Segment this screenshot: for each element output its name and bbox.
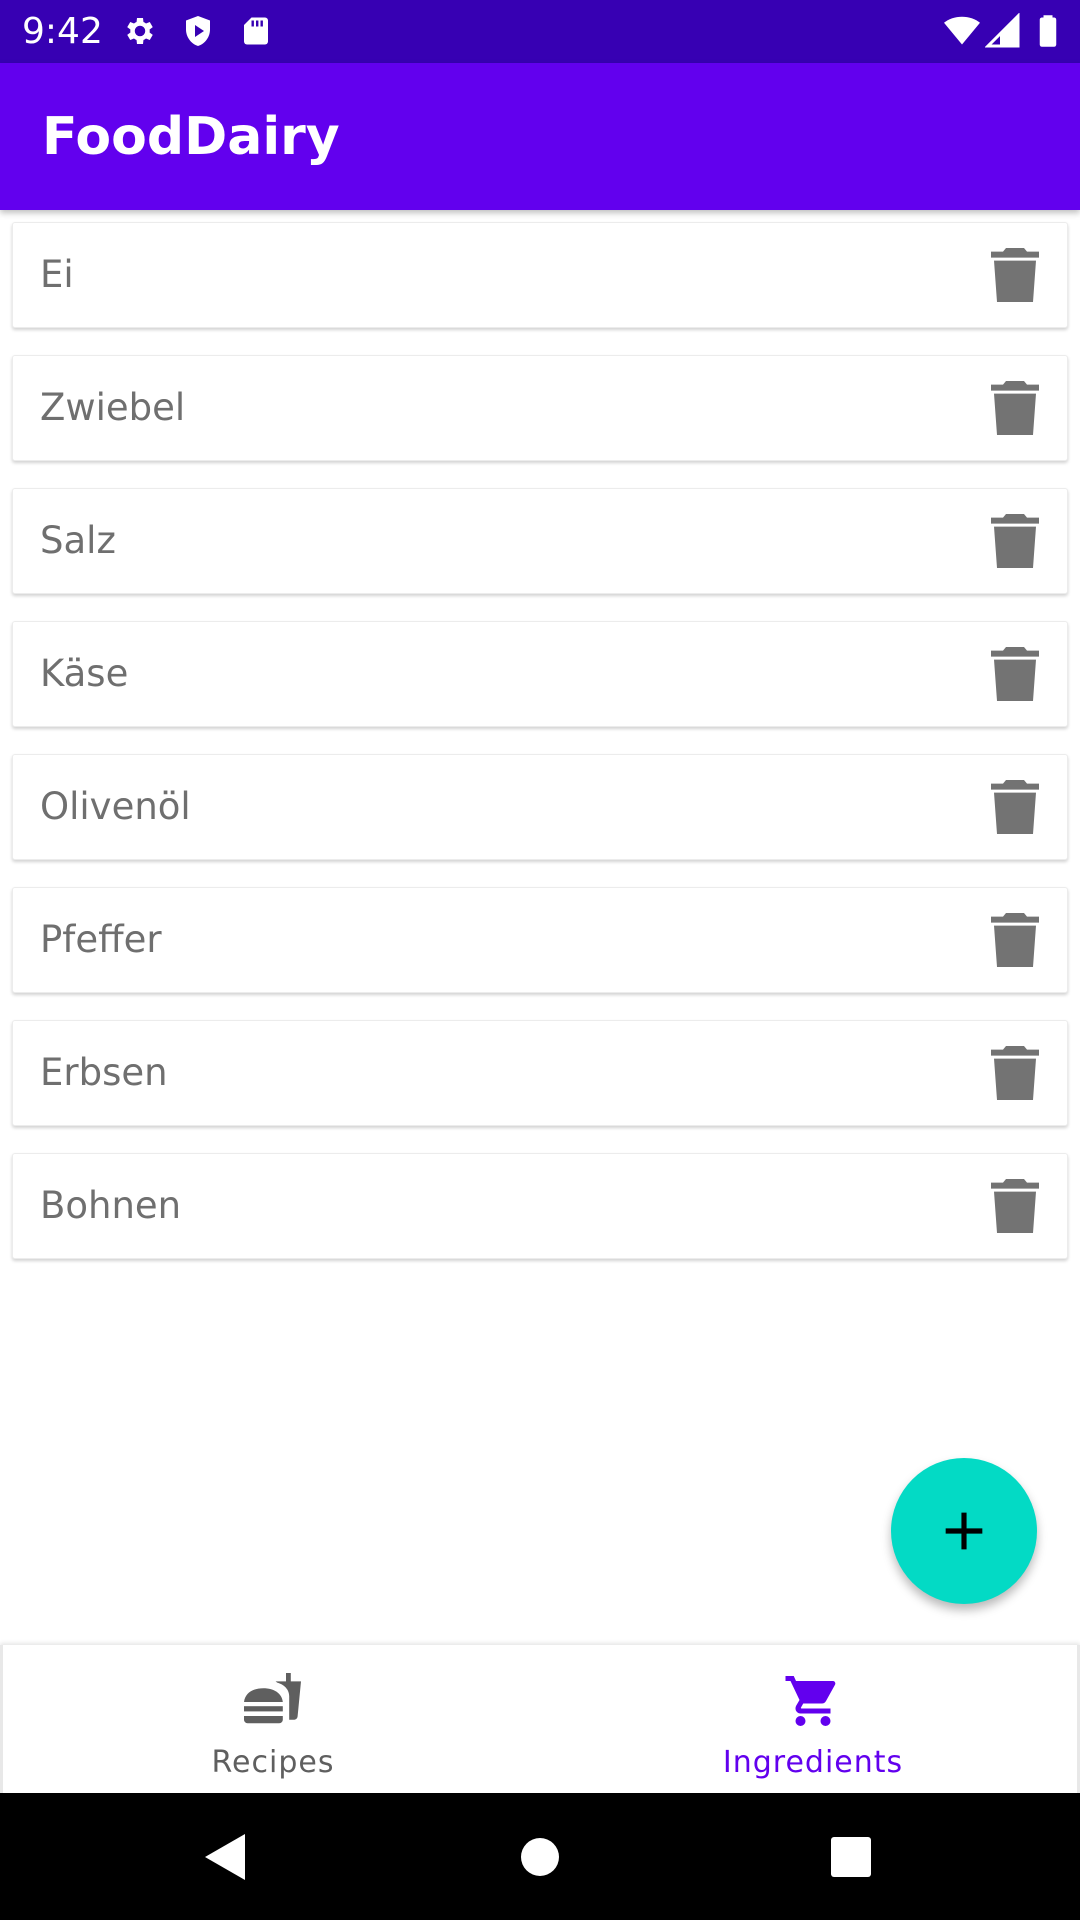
recents-icon (831, 1837, 871, 1877)
status-bar: 9:42 (0, 0, 1080, 63)
ingredient-name: Pfeffer (40, 918, 162, 961)
home-icon (521, 1838, 559, 1876)
nav-item-ingredients[interactable]: Ingredients (543, 1645, 1080, 1793)
add-ingredient-button[interactable] (891, 1458, 1037, 1604)
list-item[interactable]: Zwiebel (12, 355, 1068, 461)
delete-button[interactable] (985, 378, 1045, 438)
delete-button[interactable] (985, 511, 1045, 571)
battery-icon (1039, 15, 1057, 47)
shield-icon (186, 16, 210, 46)
nav-label-recipes: Recipes (211, 1745, 335, 1780)
trash-icon (991, 248, 1039, 302)
signal-icon (985, 13, 1020, 48)
status-time: 9:42 (22, 11, 103, 52)
home-button[interactable] (504, 1821, 576, 1893)
nav-item-recipes[interactable]: Recipes (3, 1645, 543, 1793)
recents-button[interactable] (815, 1821, 887, 1893)
trash-icon (991, 913, 1039, 967)
list-item[interactable]: Salz (12, 488, 1068, 594)
delete-button[interactable] (985, 1043, 1045, 1103)
delete-button[interactable] (985, 1176, 1045, 1236)
shopping-cart-icon (785, 1676, 836, 1726)
trash-icon (991, 1046, 1039, 1100)
list-item[interactable]: Olivenöl (12, 754, 1068, 860)
back-button[interactable] (189, 1821, 261, 1893)
list-item[interactable]: Pfeffer (12, 887, 1068, 993)
back-icon (205, 1834, 245, 1880)
app-bar: FoodDairy (0, 63, 1080, 210)
list-item[interactable]: Erbsen (12, 1020, 1068, 1126)
ingredient-name: Bohnen (40, 1184, 182, 1227)
trash-icon (991, 647, 1039, 701)
sd-card-icon (244, 17, 268, 45)
delete-button[interactable] (985, 644, 1045, 704)
bottom-navigation: Recipes Ingredients (0, 1645, 1080, 1793)
trash-icon (991, 381, 1039, 435)
app-title: FoodDairy (42, 107, 340, 167)
list-item[interactable]: Ei (12, 222, 1068, 328)
trash-icon (991, 780, 1039, 834)
system-navigation-bar (0, 1793, 1080, 1920)
trash-icon (991, 514, 1039, 568)
gear-icon (127, 17, 153, 45)
list-item[interactable]: Bohnen (12, 1153, 1068, 1259)
nav-label-ingredients: Ingredients (722, 1745, 904, 1780)
ingredient-name: Ei (40, 253, 74, 296)
ingredient-name: Erbsen (40, 1051, 168, 1094)
list-item[interactable]: Käse (12, 621, 1068, 727)
ingredient-name: Salz (40, 519, 116, 562)
delete-button[interactable] (985, 910, 1045, 970)
ingredient-list: Ei Zwiebel Salz Käse Olivenöl Pfeffer Er… (12, 222, 1068, 1286)
delete-button[interactable] (985, 245, 1045, 305)
ingredient-name: Käse (40, 652, 129, 695)
ingredient-name: Olivenöl (40, 785, 191, 828)
plus-icon (945, 1512, 983, 1550)
fastfood-icon (244, 1673, 301, 1724)
ingredient-name: Zwiebel (40, 386, 186, 429)
wifi-icon (944, 16, 980, 45)
trash-icon (991, 1179, 1039, 1233)
delete-button[interactable] (985, 777, 1045, 837)
